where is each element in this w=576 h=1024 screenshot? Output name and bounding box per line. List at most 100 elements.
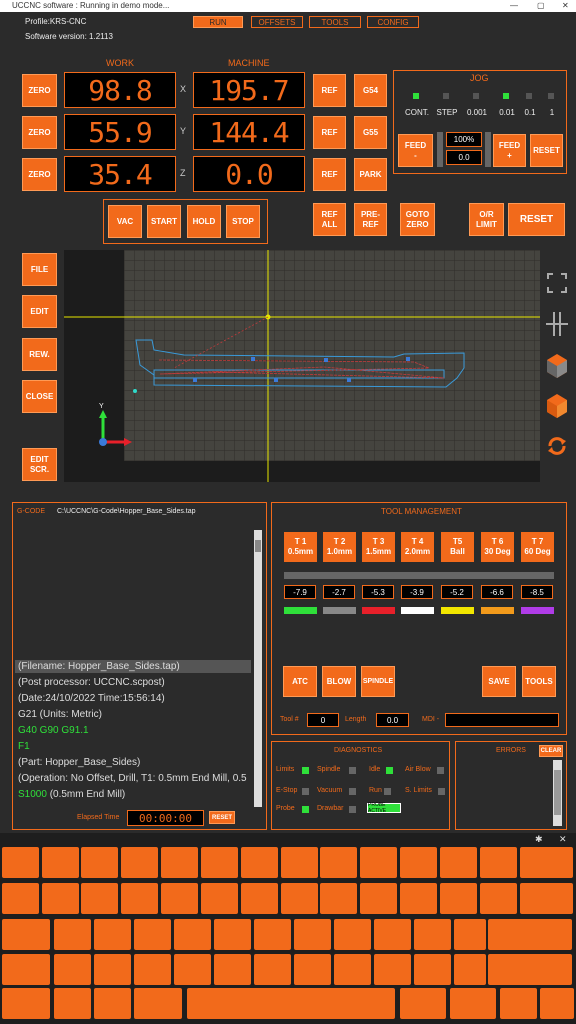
key-space[interactable]	[187, 988, 395, 1019]
gcode-listing[interactable]: (Filename: Hopper_Base_Sides.tap) (Post …	[15, 525, 251, 807]
key-Enter[interactable]	[488, 919, 572, 950]
key-k[interactable]	[334, 919, 371, 950]
key-Tab[interactable]	[2, 919, 50, 950]
key-Ctrl[interactable]	[450, 988, 496, 1019]
elapsed-reset-button[interactable]: RESET	[209, 811, 235, 824]
jog-mode-label[interactable]: 0.001	[464, 108, 490, 117]
key-z[interactable]	[94, 954, 131, 985]
key-u8594[interactable]	[540, 988, 574, 1019]
key-n[interactable]	[294, 954, 331, 985]
tab-tools[interactable]: TOOLS	[309, 16, 361, 28]
clear-errors-button[interactable]: CLEAR	[539, 745, 563, 757]
keyboard-close-icon[interactable]: ✕	[559, 834, 567, 845]
key-w[interactable]	[81, 883, 118, 914]
gcode-scrollbar[interactable]	[254, 530, 262, 807]
g54-button[interactable]: G54	[354, 74, 387, 107]
pre-ref-button[interactable]: PRE- REF	[354, 203, 387, 236]
blow-button[interactable]: BLOW	[322, 666, 356, 697]
key-e[interactable]	[121, 883, 158, 914]
stop-button[interactable]: STOP	[226, 205, 260, 238]
key-q[interactable]	[42, 883, 79, 914]
minimize-icon[interactable]: —	[510, 0, 518, 12]
key-9[interactable]	[360, 847, 397, 878]
tool-2-button[interactable]: T 2 1.0mm	[323, 532, 356, 562]
key-s[interactable]	[94, 919, 131, 950]
key-r[interactable]	[161, 883, 198, 914]
key-u47[interactable]	[454, 954, 486, 985]
view-rotate-icon[interactable]	[546, 435, 568, 457]
key-u92[interactable]	[54, 954, 91, 985]
key-o[interactable]	[360, 883, 397, 914]
keyboard-settings-icon[interactable]: ✱	[535, 834, 543, 845]
key-4[interactable]	[161, 847, 198, 878]
key-Ctrl[interactable]	[2, 988, 50, 1019]
key-6[interactable]	[241, 847, 278, 878]
key-u8592[interactable]	[520, 847, 573, 878]
key-p[interactable]	[400, 883, 437, 914]
tool-1-button[interactable]: T 1 0.5mm	[284, 532, 317, 562]
tool-5-button[interactable]: T5 Ball	[441, 532, 474, 562]
key-3[interactable]	[121, 847, 158, 878]
maximize-icon[interactable]: ▢	[537, 0, 545, 12]
ref-y-button[interactable]: REF	[313, 116, 346, 149]
key-u61[interactable]	[480, 847, 517, 878]
edit-screen-button[interactable]: EDIT SCR.	[22, 448, 57, 481]
key-i[interactable]	[320, 883, 357, 914]
zero-z-button[interactable]: ZERO	[22, 158, 57, 191]
view-iso-cube-icon[interactable]	[546, 353, 568, 379]
key-u46[interactable]	[414, 954, 451, 985]
key-c[interactable]	[174, 954, 211, 985]
zero-y-button[interactable]: ZERO	[22, 116, 57, 149]
tab-offsets[interactable]: OFFSETS	[251, 16, 303, 28]
start-button[interactable]: START	[147, 205, 181, 238]
view-top-cube-icon[interactable]	[546, 393, 568, 419]
key-8[interactable]	[320, 847, 357, 878]
errors-scroll-thumb[interactable]	[554, 770, 561, 815]
jog-mode-label[interactable]: 1	[539, 108, 565, 117]
jog-mode-label[interactable]: STEP	[434, 108, 460, 117]
close-file-button[interactable]: CLOSE	[22, 380, 57, 413]
jog-reset-button[interactable]: RESET	[530, 134, 563, 167]
tool-number-field[interactable]: 0	[307, 713, 339, 727]
spindle-button[interactable]: SPINDLE	[361, 666, 395, 697]
key-a[interactable]	[54, 919, 91, 950]
key-0[interactable]	[400, 847, 437, 878]
key-m[interactable]	[334, 954, 371, 985]
ref-all-button[interactable]: REF ALL	[313, 203, 346, 236]
vac-button[interactable]: VAC	[108, 205, 142, 238]
key-AltGr[interactable]	[400, 988, 446, 1019]
view-fit-icon[interactable]	[546, 272, 568, 294]
key-x[interactable]	[134, 954, 171, 985]
tab-run[interactable]: RUN	[193, 16, 243, 28]
feed-plus-button[interactable]: FEED +	[493, 134, 526, 167]
g55-button[interactable]: G55	[354, 116, 387, 149]
key-j[interactable]	[294, 919, 331, 950]
key-7[interactable]	[281, 847, 318, 878]
length-field[interactable]: 0.0	[376, 713, 409, 727]
key-u8592[interactable]	[500, 988, 537, 1019]
gcode-scroll-thumb[interactable]	[255, 540, 261, 552]
key-u93[interactable]	[480, 883, 517, 914]
tool-6-button[interactable]: T 6 30 Deg	[481, 532, 514, 562]
key-1[interactable]	[42, 847, 79, 878]
tools-button[interactable]: TOOLS	[522, 666, 556, 697]
tab-config[interactable]: CONFIG	[367, 16, 419, 28]
key-f[interactable]	[174, 919, 211, 950]
park-button[interactable]: PARK	[354, 158, 387, 191]
save-button[interactable]: SAVE	[482, 666, 516, 697]
jog-mode-label[interactable]: CONT.	[404, 108, 430, 117]
key-u96[interactable]	[2, 883, 39, 914]
key-Esc[interactable]	[2, 847, 39, 878]
main-reset-button[interactable]: RESET	[508, 203, 565, 236]
key-v[interactable]	[214, 954, 251, 985]
key-u59[interactable]	[414, 919, 451, 950]
key-u44[interactable]	[374, 954, 411, 985]
key-Shift[interactable]	[2, 954, 50, 985]
key-u35[interactable]	[520, 883, 573, 914]
goto-zero-button[interactable]: GOTO ZERO	[400, 203, 435, 236]
key-t[interactable]	[201, 883, 238, 914]
tool-3-button[interactable]: T 3 1.5mm	[362, 532, 395, 562]
ref-z-button[interactable]: REF	[313, 158, 346, 191]
key-d[interactable]	[134, 919, 171, 950]
mdi-input[interactable]	[445, 713, 559, 727]
